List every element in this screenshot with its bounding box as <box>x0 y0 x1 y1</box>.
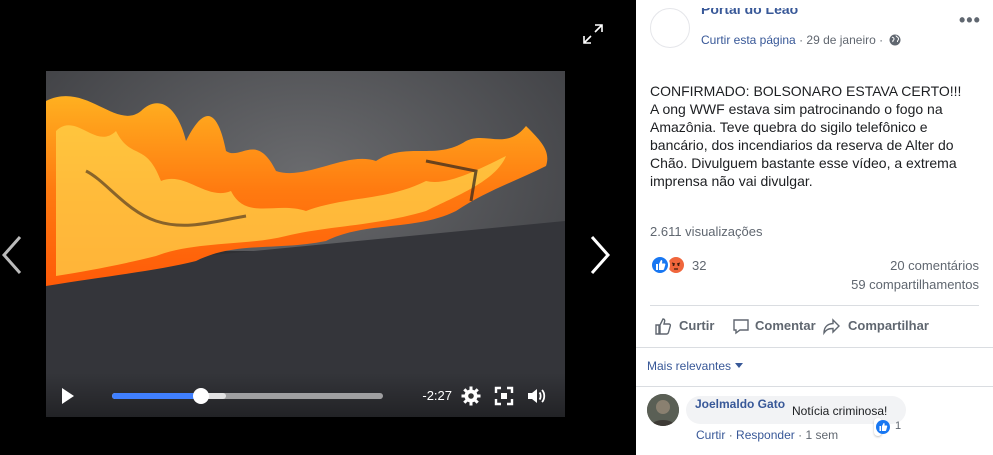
thumbs-up-icon <box>655 318 672 335</box>
video-controls: -2:27 <box>46 373 565 417</box>
comment-time[interactable]: 1 sem <box>805 428 838 442</box>
video-frame <box>46 71 565 417</box>
share-icon <box>823 318 840 336</box>
meta-separator: · <box>799 33 804 47</box>
progress-track[interactable] <box>112 388 383 404</box>
fullscreen-icon[interactable] <box>494 386 514 406</box>
progress-bar <box>112 393 202 399</box>
globe-icon <box>889 34 901 46</box>
comment-reaction-badge[interactable]: 1 <box>874 418 901 436</box>
post-date[interactable]: 29 de janeiro <box>806 33 875 47</box>
sort-dropdown[interactable]: Mais relevantes <box>647 359 744 373</box>
meta-separator: · <box>728 428 733 442</box>
gear-icon[interactable] <box>461 386 481 406</box>
comment-icon <box>733 319 749 335</box>
post-text-line: A ong WWF estava sim patrocinando o fogo… <box>650 101 957 189</box>
like-page-link[interactable]: Curtir esta página <box>701 33 796 47</box>
caret-down-icon <box>735 363 744 368</box>
comment-like-link[interactable]: Curtir <box>696 428 725 442</box>
like-reaction-icon <box>876 420 890 434</box>
post-text: CONFIRMADO: BOLSONARO ESTAVA CERTO!!! A … <box>650 82 980 190</box>
comment-button-label: Comentar <box>755 318 816 333</box>
post-meta: Curtir esta página · 29 de janeiro · <box>701 33 901 47</box>
comment-count-link[interactable]: 20 comentários <box>890 258 979 273</box>
comment-like-count: 1 <box>895 420 902 432</box>
comment-button[interactable]: Comentar <box>731 316 826 336</box>
sort-label: Mais relevantes <box>647 359 732 373</box>
commenter-avatar[interactable] <box>647 394 679 426</box>
like-button-label: Curtir <box>679 318 715 333</box>
meta-separator: · <box>798 428 803 442</box>
share-button[interactable]: Compartilhar <box>822 316 932 336</box>
play-icon[interactable] <box>60 387 76 405</box>
share-count-link[interactable]: 59 compartilhamentos <box>851 277 979 292</box>
volume-icon[interactable] <box>526 386 546 406</box>
comment-text: Notícia criminosa! <box>792 404 888 418</box>
progress-handle[interactable] <box>193 388 210 404</box>
photo-viewer: -2:27 Portal do Leão Curtir esta página … <box>0 0 993 455</box>
comment-reply-link[interactable]: Responder <box>736 428 795 442</box>
view-count: 2.611 visualizações <box>650 224 763 239</box>
video-stage: -2:27 <box>0 0 636 455</box>
previous-arrow-icon[interactable] <box>0 233 24 277</box>
page-avatar[interactable] <box>650 8 690 48</box>
reaction-count: 32 <box>692 258 707 273</box>
commenter-name[interactable]: Joelmaldo Gato <box>695 398 785 410</box>
time-remaining: -2:27 <box>422 388 452 403</box>
next-arrow-icon[interactable] <box>588 233 612 277</box>
post-panel: Portal do Leão Curtir esta página · 29 d… <box>636 0 993 455</box>
like-button[interactable]: Curtir <box>654 316 724 336</box>
meta-separator: · <box>879 33 884 47</box>
page-name[interactable]: Portal do Leão <box>701 8 798 16</box>
divider <box>650 305 979 306</box>
comment-actions: Curtir · Responder · 1 sem <box>696 428 838 442</box>
more-options-icon[interactable]: ••• <box>959 10 981 31</box>
comment-bubble: Joelmaldo Gato Notícia criminosa! <box>686 396 906 424</box>
expand-icon[interactable] <box>582 23 604 45</box>
like-reaction-icon <box>650 255 670 275</box>
comments-sort-bar: Mais relevantes <box>636 347 993 387</box>
share-button-label: Compartilhar <box>848 318 929 333</box>
video-player[interactable]: -2:27 <box>46 71 565 417</box>
post-text-line: CONFIRMADO: BOLSONARO ESTAVA CERTO!!! <box>650 83 962 99</box>
